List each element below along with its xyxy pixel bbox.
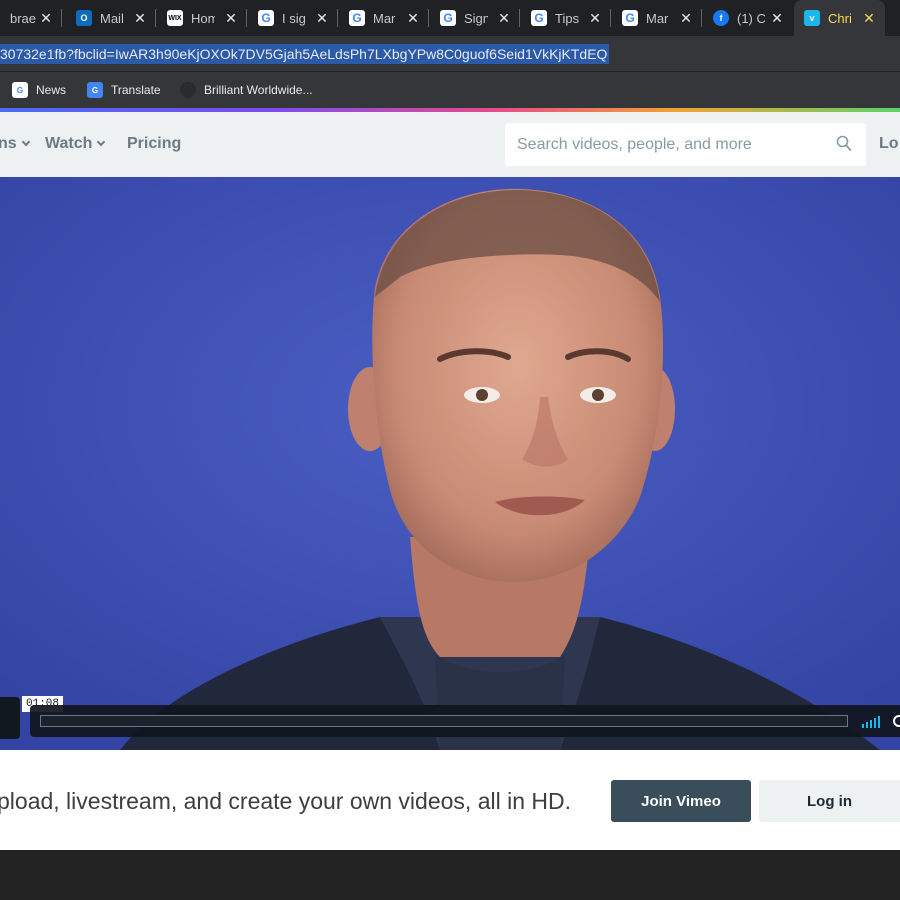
browser-tab[interactable]: Sign ✕ xyxy=(430,0,520,36)
vimeo-icon: v xyxy=(804,10,820,26)
tab-title: brae xyxy=(10,10,37,26)
google-icon xyxy=(622,10,638,26)
browser-tab[interactable]: O Mail ✕ xyxy=(66,0,156,36)
google-icon xyxy=(258,10,274,26)
join-vimeo-button[interactable]: Join Vimeo xyxy=(611,780,751,822)
bookmark-news[interactable]: G News xyxy=(12,81,66,99)
outlook-icon: O xyxy=(76,10,92,26)
news-icon: G xyxy=(12,82,28,98)
url-text[interactable]: 30732e1fb?fbclid=IwAR3h90eKjOXOk7DV5Gjah… xyxy=(0,44,610,64)
video-player[interactable]: 01:08 xyxy=(0,177,900,750)
close-icon[interactable]: ✕ xyxy=(405,9,421,27)
settings-gear-icon[interactable] xyxy=(892,714,900,728)
browser-tab[interactable]: Mar ✕ xyxy=(339,0,429,36)
close-icon[interactable]: ✕ xyxy=(132,9,148,27)
address-bar[interactable]: 30732e1fb?fbclid=IwAR3h90eKjOXOk7DV5Gjah… xyxy=(0,36,900,72)
browser-tab[interactable]: WIX Hom ✕ xyxy=(157,0,247,36)
nav-solutions[interactable]: ns xyxy=(0,135,30,153)
bookmarks-bar: G News G Translate Brilliant Worldwide..… xyxy=(0,72,900,108)
chevron-down-icon xyxy=(97,137,106,147)
google-icon xyxy=(440,10,456,26)
browser-tab[interactable]: brae ✕ xyxy=(0,0,62,36)
tab-title: (1) C xyxy=(737,10,765,26)
tab-title: Tips xyxy=(555,10,579,26)
browser-tab-active[interactable]: v Chri ✕ xyxy=(794,0,885,36)
bookmark-translate[interactable]: G Translate xyxy=(87,81,161,99)
close-icon[interactable]: ✕ xyxy=(587,9,603,27)
nav-login[interactable]: Lo xyxy=(879,135,899,153)
search-input[interactable] xyxy=(517,123,827,166)
tab-title: I sig xyxy=(282,10,306,26)
google-icon xyxy=(349,10,365,26)
log-in-button[interactable]: Log in xyxy=(759,780,900,822)
tab-strip: brae ✕ O Mail ✕ WIX Hom ✕ I sig ✕ Mar ✕ … xyxy=(0,0,900,36)
chevron-down-icon xyxy=(21,137,30,147)
vimeo-header: ns Watch Pricing Lo xyxy=(0,112,900,177)
join-cta-banner: pload, livestream, and create your own v… xyxy=(0,750,900,850)
progress-bar[interactable] xyxy=(40,715,848,727)
google-icon xyxy=(531,10,547,26)
search-icon[interactable] xyxy=(836,135,852,153)
close-icon[interactable]: ✕ xyxy=(496,9,512,27)
bookmark-label: News xyxy=(36,83,67,97)
play-button[interactable] xyxy=(0,697,20,739)
close-icon[interactable]: ✕ xyxy=(314,9,330,27)
volume-icon[interactable] xyxy=(862,715,880,728)
player-controls xyxy=(30,705,900,737)
tab-title: Chri xyxy=(828,10,852,26)
close-icon[interactable]: ✕ xyxy=(861,9,877,27)
bookmark-label: Brilliant Worldwide... xyxy=(204,83,313,97)
close-icon[interactable]: ✕ xyxy=(38,9,54,27)
globe-icon xyxy=(180,82,196,98)
nav-watch[interactable]: Watch xyxy=(45,135,106,153)
browser-tab[interactable]: Tips ✕ xyxy=(521,0,611,36)
browser-tab[interactable]: f (1) C ✕ xyxy=(703,0,793,36)
cta-text: pload, livestream, and create your own v… xyxy=(0,788,572,814)
close-icon[interactable]: ✕ xyxy=(678,9,694,27)
nav-pricing[interactable]: Pricing xyxy=(127,135,181,153)
browser-tab[interactable]: I sig ✕ xyxy=(248,0,338,36)
page-footer-area xyxy=(0,850,900,900)
video-frame-image xyxy=(0,177,900,750)
bookmark-label: Translate xyxy=(111,83,161,97)
tab-title: Mar xyxy=(646,10,669,26)
browser-tab[interactable]: Mar ✕ xyxy=(612,0,702,36)
tab-title: Mail xyxy=(100,10,124,26)
bookmark-brilliant[interactable]: Brilliant Worldwide... xyxy=(180,81,312,99)
close-icon[interactable]: ✕ xyxy=(223,9,239,27)
facebook-icon: f xyxy=(713,10,729,26)
translate-icon: G xyxy=(87,82,103,98)
tab-title: Sign xyxy=(464,10,488,26)
close-icon[interactable]: ✕ xyxy=(769,9,785,27)
wix-icon: WIX xyxy=(167,10,183,26)
tab-title: Mar xyxy=(373,10,396,26)
tab-title: Hom xyxy=(191,10,215,26)
search-box xyxy=(505,123,866,166)
